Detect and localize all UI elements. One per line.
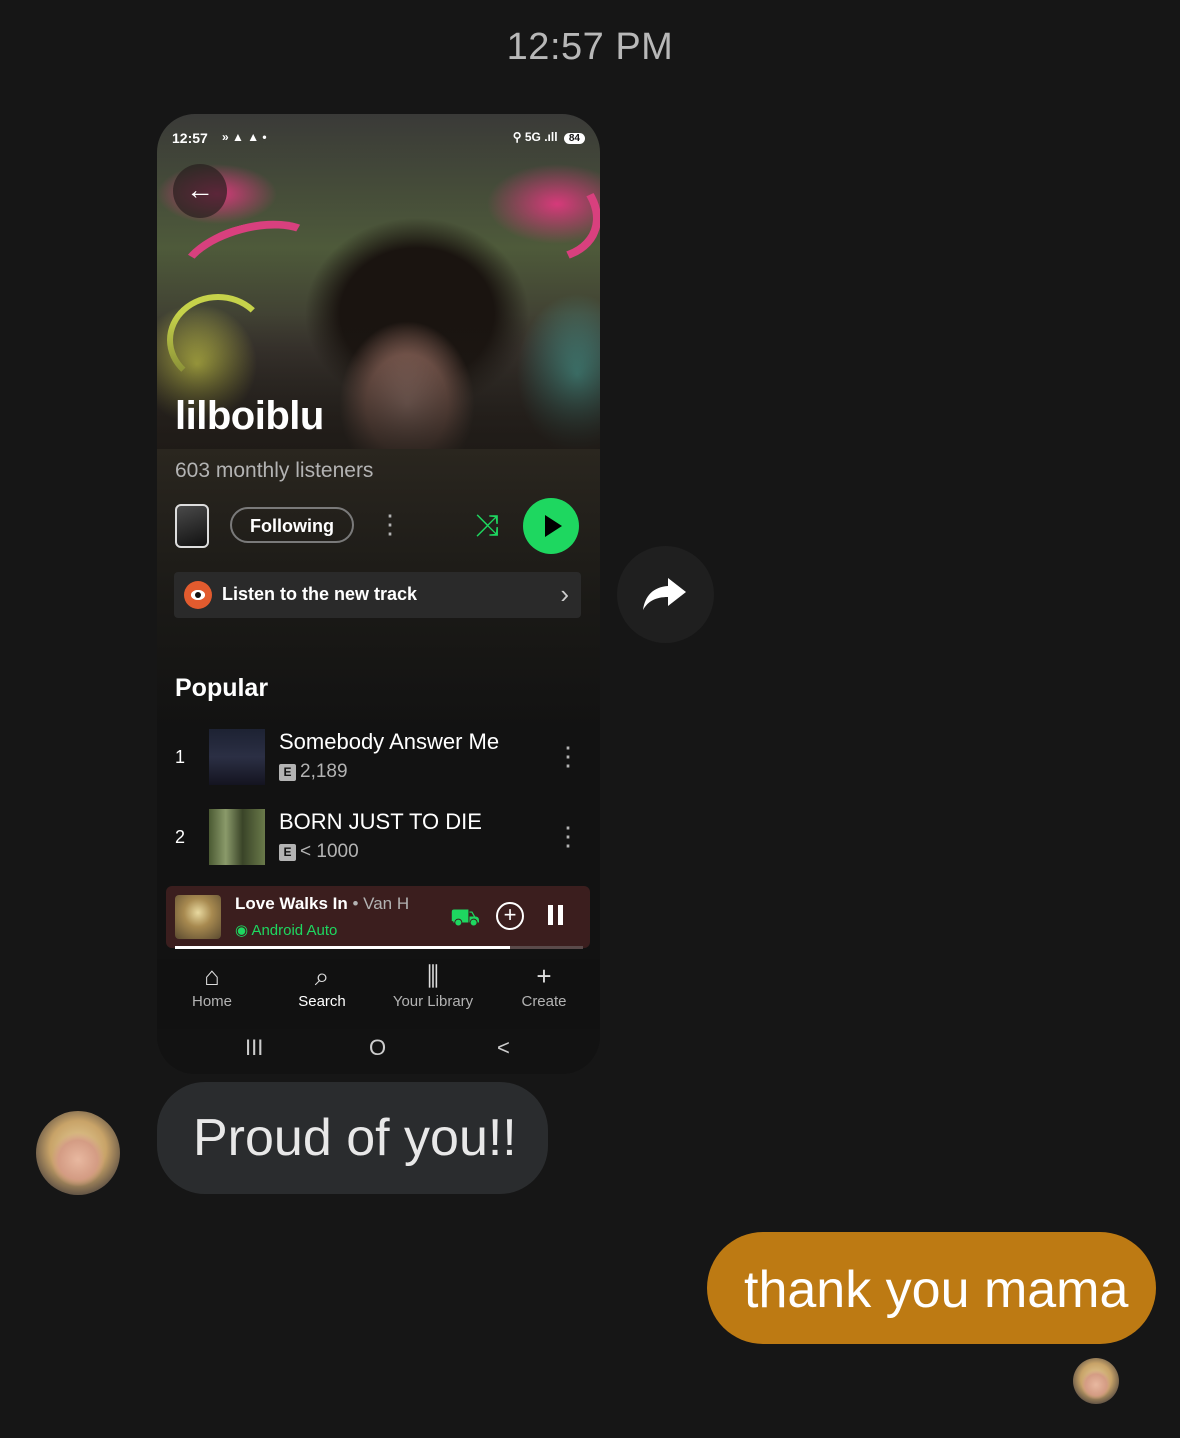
car-icon[interactable]: ⛟ xyxy=(450,904,480,934)
track-rank: 2 xyxy=(175,827,186,847)
android-system-nav: III O < xyxy=(157,1029,600,1069)
now-playing-song: Love Walks In xyxy=(235,894,348,913)
nav-label: Create xyxy=(521,993,567,1010)
incoming-message-bubble[interactable]: Proud of you!! xyxy=(157,1082,548,1194)
explicit-badge: E xyxy=(279,844,296,861)
now-playing-device: ◉ Android Auto xyxy=(235,921,337,939)
track-meta: E < 1000 xyxy=(279,841,359,863)
outgoing-message-bubble[interactable]: thank you mama xyxy=(707,1232,1156,1344)
home-circle-icon[interactable]: O xyxy=(369,1035,386,1061)
location-icon: ⚲ xyxy=(512,130,522,144)
system-back-icon[interactable]: < xyxy=(497,1035,510,1061)
search-icon: ⌕ xyxy=(314,961,330,991)
track-artwork xyxy=(209,809,265,865)
now-playing-title: Love Walks In • Van H xyxy=(235,894,409,914)
track-artwork xyxy=(209,729,265,785)
status-notification-icons: » ▲ ▲ • xyxy=(222,130,267,144)
back-arrow-icon[interactable]: ← xyxy=(173,164,227,218)
track-more-icon[interactable]: ⋮ xyxy=(555,741,581,771)
artist-hero-image: 12:57 » ▲ ▲ • ⚲ 5G .ıll 84 ← lilboiblu xyxy=(157,114,600,454)
network-label: 5G xyxy=(524,130,541,144)
chevron-right-icon: › xyxy=(560,579,569,609)
track-title: BORN JUST TO DIE xyxy=(279,809,482,834)
signal-icon: .ıll xyxy=(544,130,558,144)
add-circle-icon[interactable]: + xyxy=(496,902,524,930)
nav-your-library[interactable]: ⫼ Your Library xyxy=(383,959,483,1010)
bottom-nav: ⌂ Home ⌕ Search ⫼ Your Library + Create xyxy=(157,959,600,1029)
track-row[interactable]: 1 Somebody Answer Me E 2,189 ⋮ xyxy=(157,729,600,789)
phone-status-bar: 12:57 » ▲ ▲ • ⚲ 5G .ıll 84 xyxy=(172,130,585,150)
recents-icon[interactable]: III xyxy=(245,1035,263,1061)
nav-label: Home xyxy=(191,993,232,1010)
nav-label: Search xyxy=(298,993,346,1010)
now-playing-separator: • xyxy=(347,894,364,913)
artist-panel: 603 monthly listeners Following ⋮ ⤨ List… xyxy=(157,449,600,1074)
nav-home[interactable]: ⌂ Home xyxy=(162,959,262,1010)
pause-icon[interactable] xyxy=(548,905,553,925)
status-right: ⚲ 5G .ıll 84 xyxy=(513,130,585,144)
track-row[interactable]: 2 BORN JUST TO DIE E < 1000 ⋮ xyxy=(157,809,600,869)
nav-search[interactable]: ⌕ Search xyxy=(272,959,372,1010)
track-more-icon[interactable]: ⋮ xyxy=(555,821,581,851)
share-arrow-icon xyxy=(643,578,686,610)
new-track-label: Listen to the new track xyxy=(222,584,418,604)
library-icon: ⫼ xyxy=(427,961,439,991)
artist-thumbnail[interactable] xyxy=(175,504,209,548)
share-forward-button[interactable] xyxy=(617,546,714,643)
playback-progress-fill xyxy=(175,946,510,949)
shuffle-icon[interactable]: ⤨ xyxy=(475,509,499,543)
shared-screenshot-image[interactable]: 12:57 » ▲ ▲ • ⚲ 5G .ıll 84 ← lilboiblu 6… xyxy=(157,114,600,1074)
now-playing-artist: Van H xyxy=(363,894,410,913)
new-track-banner[interactable]: Listen to the new track › xyxy=(174,572,581,618)
monthly-listeners: 603 monthly listeners xyxy=(175,459,374,482)
now-playing-bar[interactable]: Love Walks In • Van H ◉ Android Auto ⛟ + xyxy=(166,886,590,949)
now-playing-artwork xyxy=(175,895,221,939)
more-options-icon[interactable]: ⋮ xyxy=(377,509,403,539)
eye-icon xyxy=(184,581,212,609)
contact-avatar[interactable] xyxy=(36,1111,120,1195)
explicit-badge: E xyxy=(279,764,296,781)
device-label: Android Auto xyxy=(251,922,338,939)
track-meta: E 2,189 xyxy=(279,761,348,783)
popular-heading: Popular xyxy=(175,674,269,702)
nav-create[interactable]: + Create xyxy=(494,959,594,1010)
nav-label: Your Library xyxy=(392,993,474,1010)
track-plays: < 1000 xyxy=(300,841,359,862)
artist-name: lilboiblu xyxy=(175,394,324,438)
play-button[interactable] xyxy=(523,498,579,554)
track-title: Somebody Answer Me xyxy=(279,729,500,754)
following-button[interactable]: Following xyxy=(230,507,354,543)
home-icon: ⌂ xyxy=(204,961,220,991)
track-rank: 1 xyxy=(175,747,186,767)
read-receipt-avatar xyxy=(1073,1358,1119,1404)
battery-icon: 84 xyxy=(563,133,585,144)
track-plays: 2,189 xyxy=(300,761,348,782)
status-time: 12:57 xyxy=(172,130,208,146)
plus-icon: + xyxy=(536,961,552,991)
playback-progress[interactable] xyxy=(175,946,583,949)
graffiti-shape xyxy=(443,132,600,282)
thread-timestamp: 12:57 PM xyxy=(506,26,674,68)
device-speaker-icon: ◉ xyxy=(235,922,252,939)
